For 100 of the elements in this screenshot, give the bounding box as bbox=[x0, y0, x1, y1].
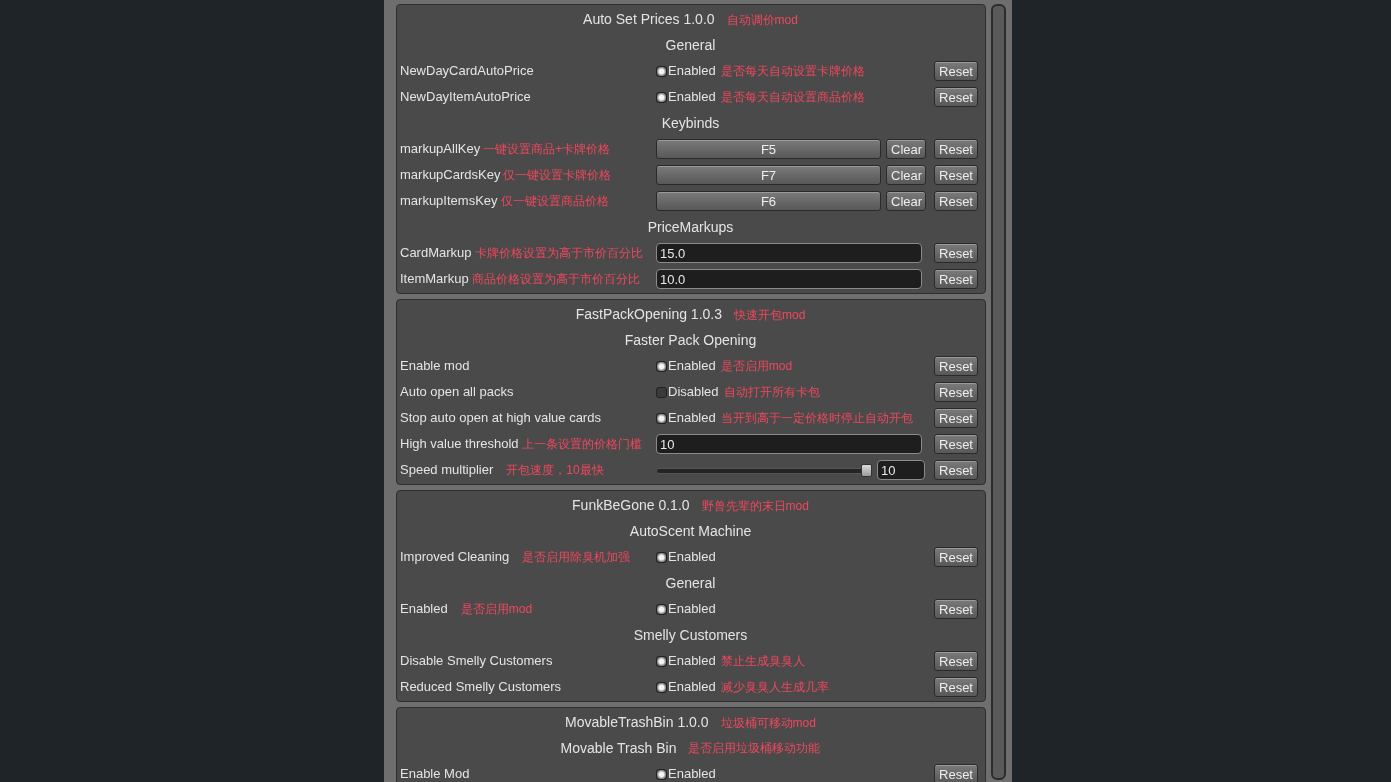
checkbox-toggle[interactable]: Enabled bbox=[656, 356, 716, 376]
section-heading: General bbox=[665, 573, 716, 593]
section-heading: Smelly Customers bbox=[633, 625, 748, 645]
reset-button[interactable]: Reset bbox=[934, 165, 978, 185]
text-field[interactable]: 15.0 bbox=[656, 243, 922, 263]
reset-button[interactable]: Reset bbox=[934, 651, 978, 671]
checkbox-toggle[interactable]: Disabled bbox=[656, 382, 719, 402]
checkbox-toggle[interactable]: Enabled bbox=[656, 651, 716, 671]
mod-title: Auto Set Prices 1.0.0 bbox=[583, 10, 715, 29]
annotation-text: 是否每天自动设置商品价格 bbox=[720, 89, 865, 106]
annotation-text: 快速开包mod bbox=[734, 306, 806, 324]
clear-button[interactable]: Clear bbox=[886, 139, 926, 159]
annotation-text: 自动打开所有卡包 bbox=[723, 384, 820, 401]
annotation-text: 是否启用除臭机加强 bbox=[522, 549, 631, 566]
setting-label: Enable mod bbox=[400, 357, 470, 376]
annotation-text: 商品价格设置为高于市价百分比 bbox=[471, 271, 640, 288]
checkbox-icon[interactable] bbox=[656, 360, 667, 372]
reset-button[interactable]: Reset bbox=[934, 139, 978, 159]
checkbox-toggle[interactable]: Enabled bbox=[656, 87, 716, 107]
setting-label: Enabled bbox=[400, 600, 448, 619]
setting-label: Auto open all packs bbox=[400, 383, 514, 402]
annotation-text: 是否每天自动设置卡牌价格 bbox=[720, 63, 865, 80]
checkbox-icon[interactable] bbox=[656, 65, 667, 77]
section-heading: Faster Pack Opening bbox=[624, 330, 757, 350]
checkbox-icon[interactable] bbox=[656, 603, 667, 615]
checkbox-icon[interactable] bbox=[656, 681, 667, 693]
setting-label: Disable Smelly Customers bbox=[400, 652, 553, 671]
setting-label: Speed multiplier bbox=[400, 461, 494, 480]
reset-button[interactable]: Reset bbox=[934, 764, 978, 782]
text-field[interactable]: 10.0 bbox=[656, 269, 922, 289]
text-field[interactable]: 10 bbox=[656, 434, 922, 454]
reset-button[interactable]: Reset bbox=[934, 599, 978, 619]
section-heading: AutoScent Machine bbox=[629, 521, 752, 541]
scrollbar[interactable] bbox=[991, 4, 1006, 780]
checkbox-icon[interactable] bbox=[656, 91, 667, 103]
annotation-text: 仅一键设置卡牌价格 bbox=[503, 167, 612, 184]
keybind-button[interactable]: F6 bbox=[656, 191, 881, 211]
setting-label: markupAllKey bbox=[400, 140, 481, 159]
checkbox-toggle[interactable]: Enabled bbox=[656, 408, 716, 428]
reset-button[interactable]: Reset bbox=[934, 408, 978, 428]
reset-button[interactable]: Reset bbox=[934, 191, 978, 211]
reset-button[interactable]: Reset bbox=[934, 677, 978, 697]
annotation-text: 减少臭臭人生成几率 bbox=[720, 679, 829, 696]
checkbox-icon[interactable] bbox=[656, 412, 667, 424]
clear-button[interactable]: Clear bbox=[886, 165, 926, 185]
keybind-button[interactable]: F5 bbox=[656, 139, 881, 159]
annotation-text: 自动调价mod bbox=[726, 11, 798, 29]
slider[interactable] bbox=[656, 463, 872, 477]
annotation-text: 开包速度，10最快 bbox=[506, 462, 604, 479]
checkbox-icon[interactable] bbox=[656, 386, 667, 398]
annotation-text: 是否启用mod bbox=[720, 358, 793, 375]
setting-label: ItemMarkup bbox=[400, 270, 469, 289]
mod-title: FastPackOpening 1.0.3 bbox=[575, 305, 722, 324]
annotation-text: 是否启用垃圾桶移动功能 bbox=[688, 740, 821, 757]
reset-button[interactable]: Reset bbox=[934, 460, 978, 480]
mod-title: FunkBeGone 0.1.0 bbox=[572, 496, 690, 515]
setting-label: Improved Cleaning bbox=[400, 548, 510, 567]
reset-button[interactable]: Reset bbox=[934, 61, 978, 81]
setting-label: markupCardsKey bbox=[400, 166, 501, 185]
section-heading: Movable Trash Bin bbox=[560, 738, 677, 758]
reset-button[interactable]: Reset bbox=[934, 382, 978, 402]
reset-button[interactable]: Reset bbox=[934, 547, 978, 567]
annotation-text: 上一条设置的价格门槛 bbox=[521, 436, 642, 453]
section-heading: PriceMarkups bbox=[647, 217, 734, 237]
reset-button[interactable]: Reset bbox=[934, 434, 978, 454]
mod-title: MovableTrashBin 1.0.0 bbox=[565, 713, 709, 732]
annotation-text: 一键设置商品+卡牌价格 bbox=[483, 141, 611, 158]
annotation-text: 当开到高于一定价格时停止自动开包 bbox=[720, 410, 913, 427]
setting-label: CardMarkup bbox=[400, 244, 472, 263]
setting-label: Stop auto open at high value cards bbox=[400, 409, 601, 428]
checkbox-toggle[interactable]: Enabled bbox=[656, 599, 716, 619]
checkbox-icon[interactable] bbox=[656, 655, 667, 667]
annotation-text: 禁止生成臭臭人 bbox=[720, 653, 805, 670]
setting-label: Reduced Smelly Customers bbox=[400, 678, 562, 697]
section-heading: General bbox=[665, 35, 716, 55]
checkbox-toggle[interactable]: Enabled bbox=[656, 547, 716, 567]
reset-button[interactable]: Reset bbox=[934, 356, 978, 376]
number-field[interactable]: 10 bbox=[877, 460, 925, 480]
annotation-text: 野兽先辈的末日mod bbox=[701, 497, 809, 515]
slider-thumb[interactable] bbox=[861, 463, 872, 477]
reset-button[interactable]: Reset bbox=[934, 269, 978, 289]
reset-button[interactable]: Reset bbox=[934, 87, 978, 107]
setting-label: markupItemsKey bbox=[400, 192, 498, 211]
setting-label: High value threshold bbox=[400, 435, 519, 454]
checkbox-toggle[interactable]: Enabled bbox=[656, 764, 716, 782]
clear-button[interactable]: Clear bbox=[886, 191, 926, 211]
keybind-button[interactable]: F7 bbox=[656, 165, 881, 185]
checkbox-icon[interactable] bbox=[656, 768, 667, 780]
annotation-text: 垃圾桶可移动mod bbox=[720, 714, 816, 732]
reset-button[interactable]: Reset bbox=[934, 243, 978, 263]
setting-label: NewDayItemAutoPrice bbox=[400, 88, 531, 107]
checkbox-toggle[interactable]: Enabled bbox=[656, 677, 716, 697]
setting-label: Enable Mod bbox=[400, 765, 470, 782]
annotation-text: 仅一键设置商品价格 bbox=[500, 193, 609, 210]
checkbox-toggle[interactable]: Enabled bbox=[656, 61, 716, 81]
section-heading: Keybinds bbox=[661, 113, 720, 133]
annotation-text: 是否启用mod bbox=[460, 601, 533, 618]
checkbox-icon[interactable] bbox=[656, 551, 667, 563]
setting-label: NewDayCardAutoPrice bbox=[400, 62, 534, 81]
annotation-text: 卡牌价格设置为高于市价百分比 bbox=[474, 245, 643, 262]
